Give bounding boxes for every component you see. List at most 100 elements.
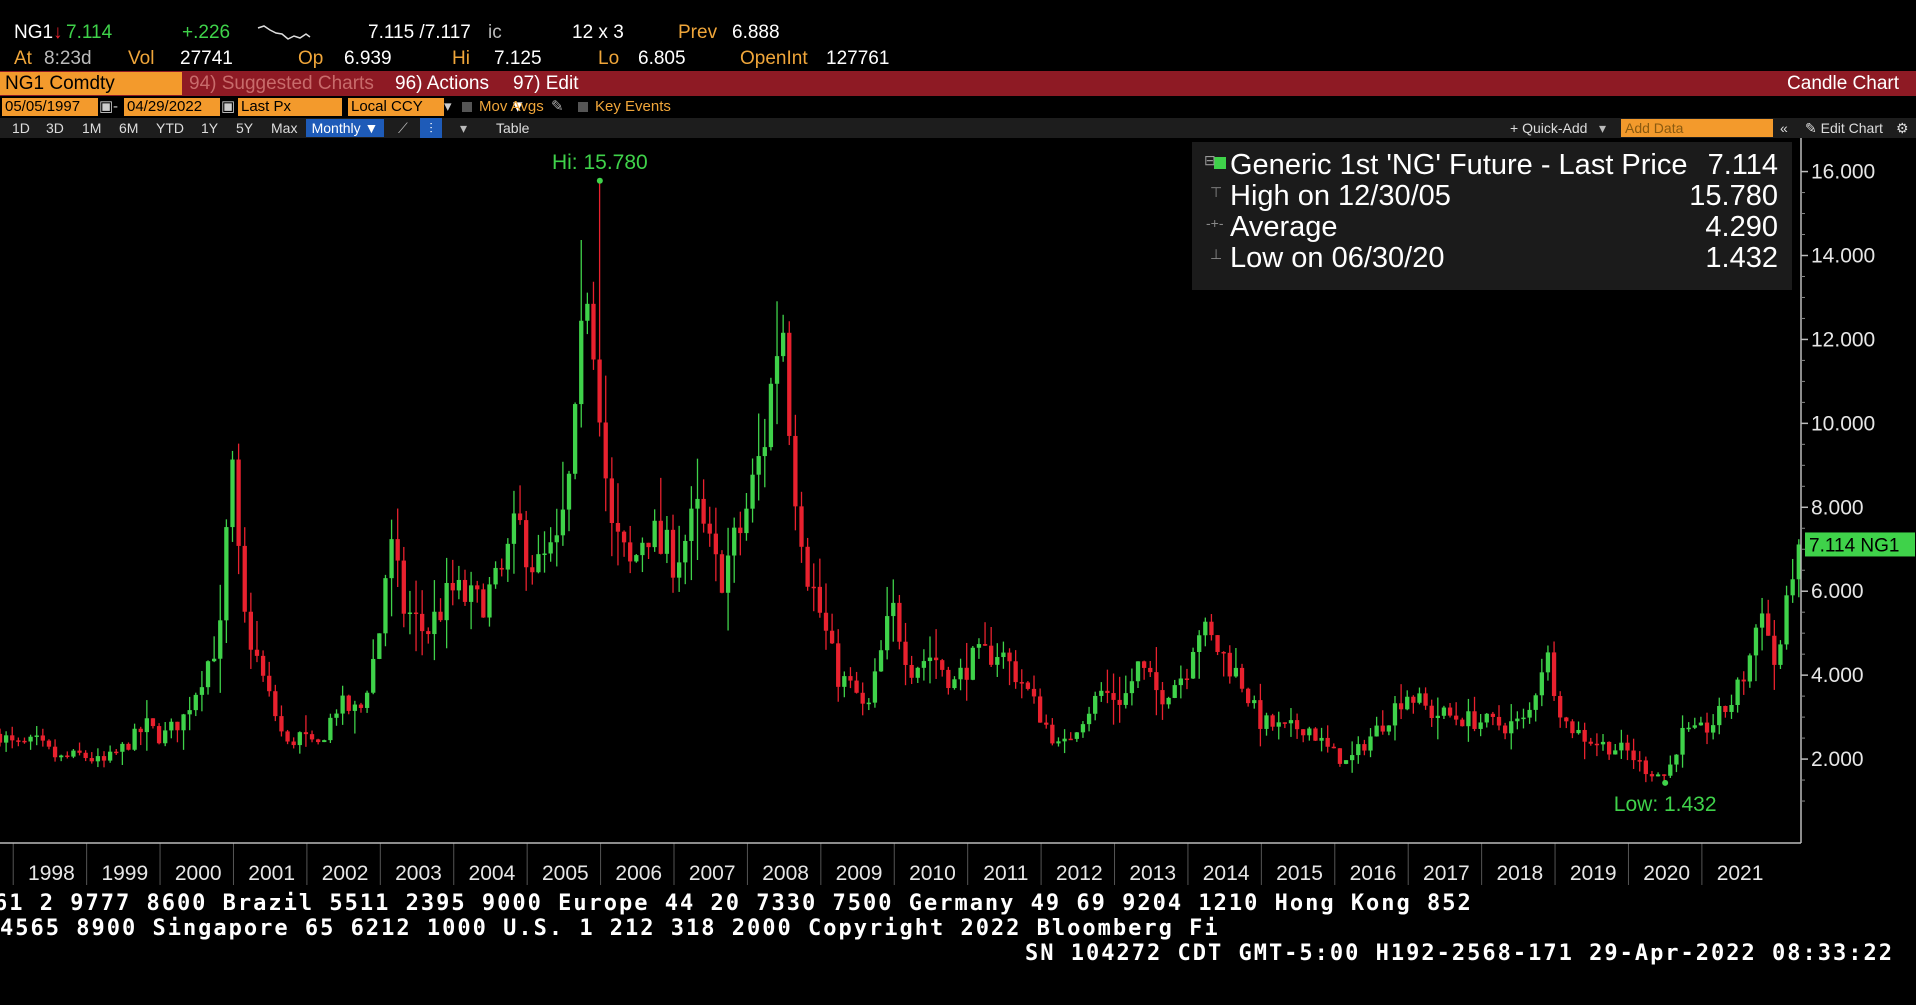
candle-body xyxy=(640,542,645,556)
ticker-row-quote: NG1 ↓ 7.114 +.226 7.115 /7.117 ic 12 x 3… xyxy=(0,20,1916,45)
collapse-icon[interactable]: « xyxy=(1780,118,1788,138)
x-tick-label: 2018 xyxy=(1496,862,1543,885)
chevron-down-icon[interactable]: ▾ xyxy=(444,97,452,117)
candle-body xyxy=(1441,707,1447,716)
chart-legend[interactable]: ⊟ Generic 1st 'NG' Future - Last Price 7… xyxy=(1192,142,1792,290)
candle-body xyxy=(670,529,676,578)
start-date-field[interactable]: 05/05/1997 xyxy=(2,98,98,116)
collapse-legend-icon[interactable]: ⊟ xyxy=(1204,152,1216,169)
frequency-select[interactable]: Monthly ▼ xyxy=(306,119,384,137)
candle-body xyxy=(1631,750,1636,761)
candle-body xyxy=(499,567,504,570)
legend-low-value: 1.432 xyxy=(1705,242,1778,274)
x-tick-label: 2007 xyxy=(689,862,736,885)
candle-body xyxy=(462,579,468,602)
suggested-charts-menu[interactable]: 94) Suggested Charts ▾ xyxy=(184,72,384,117)
x-tick-label: 2009 xyxy=(836,862,883,885)
candle-body xyxy=(1392,703,1398,726)
candle-body xyxy=(964,667,969,680)
edit-chart-button[interactable]: ✎ Edit Chart xyxy=(1805,118,1883,138)
candle-body xyxy=(1227,652,1232,677)
line-chart-icon[interactable]: ⟋ xyxy=(398,118,408,138)
high-value: 7.125 xyxy=(494,48,542,69)
candle-body xyxy=(676,562,682,578)
x-tick-label: 1999 xyxy=(101,862,148,885)
quick-add-button[interactable]: + Quick-Add xyxy=(1510,118,1587,138)
bar-chart-icon[interactable]: ⫶ xyxy=(420,118,442,138)
ticker-symbol[interactable]: NG1 xyxy=(14,20,53,45)
key-events-label: Key Events xyxy=(595,98,671,115)
date-separator: - xyxy=(113,98,118,115)
candle-body xyxy=(1252,700,1257,704)
add-data-input[interactable]: Add Data xyxy=(1621,119,1773,137)
candle-body xyxy=(169,721,174,731)
chevron-down-icon[interactable]: ▾ xyxy=(460,118,467,138)
x-tick-label: 2006 xyxy=(615,862,662,885)
actions-menu[interactable]: 96) Actions ▾ xyxy=(390,72,502,117)
candle-body xyxy=(1680,727,1685,755)
candle-body xyxy=(768,383,774,448)
candle-body xyxy=(132,728,137,750)
candle-body xyxy=(1099,690,1104,696)
candle-body xyxy=(59,755,64,758)
candle-body xyxy=(340,695,345,714)
candle-body xyxy=(468,585,474,602)
candle-body xyxy=(799,506,804,547)
candle-body xyxy=(940,660,945,670)
gear-icon[interactable]: ⚙ xyxy=(1896,118,1909,138)
candle-body xyxy=(1258,700,1263,729)
end-date-field[interactable]: 04/29/2022 xyxy=(124,98,220,116)
candle-body xyxy=(450,582,455,591)
currency-select[interactable]: Local CCY xyxy=(348,98,444,116)
edit-menu[interactable]: 97) Edit ▾ xyxy=(508,72,590,117)
candle-body xyxy=(1050,724,1055,744)
candle-body xyxy=(413,612,419,615)
candle-body xyxy=(915,667,920,678)
legend-title: Generic 1st 'NG' Future - Last Price xyxy=(1230,149,1688,181)
candle-body xyxy=(1490,713,1496,717)
period-1d[interactable]: 1D xyxy=(12,118,30,138)
calendar-icon[interactable]: ▣ xyxy=(99,97,113,117)
candle-body xyxy=(358,704,364,708)
calendar-icon[interactable]: ▣ xyxy=(221,97,235,117)
candle-body xyxy=(303,732,309,735)
pencil-icon[interactable]: ✎ xyxy=(551,97,564,117)
security-input[interactable]: NG1 Comdty xyxy=(0,72,182,95)
candle-body xyxy=(1515,718,1520,722)
candle-body xyxy=(1172,685,1177,698)
candle-body xyxy=(732,527,737,556)
candle-body xyxy=(548,542,553,554)
key-events-checkbox[interactable] xyxy=(578,102,588,112)
period-max[interactable]: Max xyxy=(271,118,297,138)
y-tick-label: 2.000 xyxy=(1811,748,1864,771)
candle-body xyxy=(346,695,351,711)
candle-body xyxy=(89,758,94,762)
period-5y[interactable]: 5Y xyxy=(236,118,253,138)
period-3d[interactable]: 3D xyxy=(46,118,64,138)
x-tick-label: 2001 xyxy=(248,862,295,885)
bid-ask-suffix: ic xyxy=(488,22,502,43)
candle-body xyxy=(193,694,198,711)
candle-body xyxy=(1509,721,1514,734)
candle-body xyxy=(0,733,3,743)
candle-body xyxy=(1019,682,1024,684)
candle-body xyxy=(958,667,963,680)
period-6m[interactable]: 6M xyxy=(119,118,138,138)
x-tick-label: 2019 xyxy=(1570,862,1617,885)
legend-title-row: Generic 1st 'NG' Future - Last Price 7.1… xyxy=(1230,150,1778,181)
candle-body xyxy=(903,641,908,665)
period-ytd[interactable]: YTD xyxy=(156,118,184,138)
candle-body xyxy=(267,675,272,692)
table-button[interactable]: Table xyxy=(496,118,529,138)
candle-body xyxy=(316,739,321,743)
mov-avgs-checkbox[interactable] xyxy=(462,102,472,112)
period-1y[interactable]: 1Y xyxy=(201,118,218,138)
candle-body xyxy=(1288,720,1294,724)
candle-body xyxy=(756,456,761,475)
candle-body xyxy=(1717,705,1722,726)
candle-body xyxy=(603,422,608,479)
field-select[interactable]: Last Px xyxy=(238,98,342,116)
period-1m[interactable]: 1M xyxy=(82,118,101,138)
candle-body xyxy=(322,740,327,743)
candle-body xyxy=(1502,725,1508,734)
